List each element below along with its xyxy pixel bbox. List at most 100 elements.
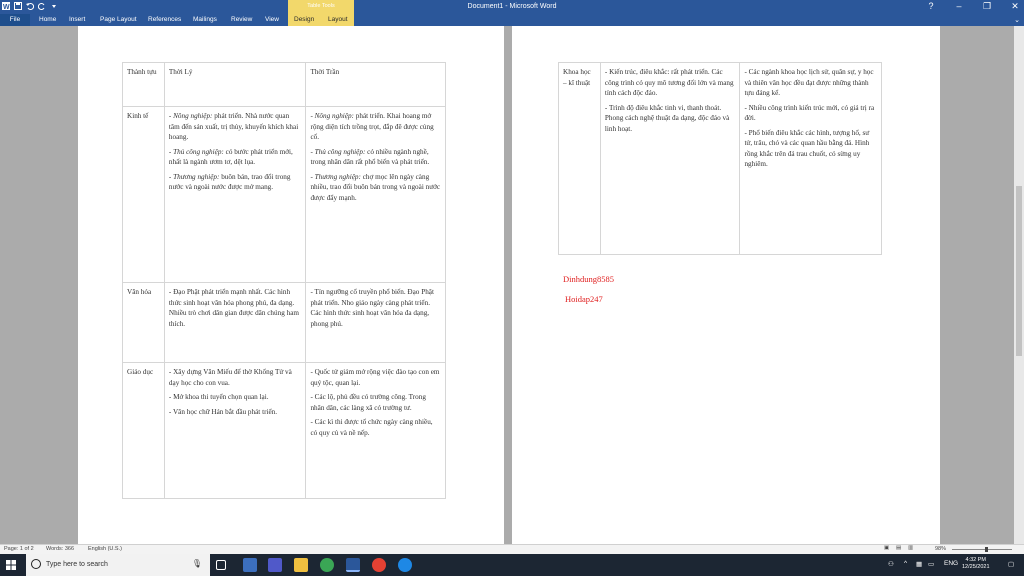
cell-paragraph: - Đạo Phật phát triển mạnh nhất. Các hìn… [168,288,299,328]
table-row: Giáo dục - Xây dựng Văn Miếu để thờ Khổn… [122,362,446,499]
word-count[interactable]: Words: 366 [46,546,74,552]
microphone-icon[interactable]: 🎙 [192,559,202,568]
print-layout-icon[interactable]: ▤ [896,545,901,551]
row-label[interactable]: Văn hóa [122,282,165,363]
page-1[interactable]: Thành tựu Thời Lý Thời Trần Kinh tế - Nô… [78,26,504,544]
cell-em: - Thương nghiệp: [310,172,361,181]
teams-app-icon[interactable] [268,558,282,572]
row-label[interactable]: Khoa học – kĩ thuật [558,62,601,255]
chrome-app-icon[interactable] [320,558,334,572]
table-row: Kinh tế - Nông nghiệp: phát triển. Nhà n… [122,106,446,283]
web-layout-icon[interactable]: ▥ [908,545,913,551]
table-cell[interactable]: - Đạo Phật phát triển mạnh nhất. Các hìn… [163,282,307,363]
document-area[interactable]: Thành tựu Thời Lý Thời Trần Kinh tế - Nô… [0,26,1024,544]
cell-paragraph: - Quốc tử giám mở rộng việc đào tạo con … [310,368,440,387]
header-cell[interactable]: Thời Lý [163,62,307,107]
word-app-icon[interactable] [346,558,360,572]
achievements-table[interactable]: Thành tựu Thời Lý Thời Trần Kinh tế - Nô… [122,62,446,499]
tab-references[interactable]: References [148,16,181,23]
cell-paragraph: - Nhiều công trình kiến trúc mới, có giá… [744,103,875,123]
window-title: Document1 - Microsoft Word [467,3,557,10]
table-cell[interactable]: - Nông nghiệp: phát triển. Nhà nước quan… [163,106,307,283]
cell-paragraph: - Các ngành khoa học lịch sử, quân sự, y… [744,68,874,97]
cell-paragraph: - Các lộ, phủ đều có trường công. Trong … [310,393,426,412]
tab-design[interactable]: Design [294,16,314,23]
page-2[interactable]: Khoa học – kĩ thuật - Kiến trúc, điêu kh… [512,26,940,544]
tab-mailings[interactable]: Mailings [193,16,217,23]
table-header-row: Thành tựu Thời Lý Thời Trần [122,62,446,107]
title-bar: W Document1 - Microsoft Word ? – ❐ ✕ [0,0,1024,14]
close-button[interactable]: ✕ [1010,1,1020,12]
taskbar-search[interactable]: Type here to search 🎙 [26,554,210,576]
tab-insert[interactable]: Insert [69,16,85,23]
header-cell[interactable]: Thời Trần [305,62,446,107]
ribbon-tabs: File Home Insert Page Layout References … [0,0,1024,26]
signature-username: Dinhdung8585 [563,274,614,284]
row-label[interactable]: Kinh tế [122,106,165,283]
language-status[interactable]: English (U.S.) [88,546,122,552]
clock-time: 4:32 PM [965,557,986,563]
help-button[interactable]: ? [926,1,936,12]
table-cell[interactable]: - Quốc tử giám mở rộng việc đào tạo con … [305,362,446,499]
read-mode-icon[interactable]: ▣ [884,545,889,551]
language-indicator[interactable]: ENG [944,560,958,567]
cell-em: - Thủ công nghiệp: [310,147,366,156]
people-icon[interactable]: ⚇ [888,560,894,568]
restore-button[interactable]: ❐ [982,1,992,12]
cell-paragraph: - Văn học chữ Hán bắt đầu phát triển. [168,407,278,416]
zoom-slider-handle[interactable] [985,547,988,552]
cell-paragraph: - Mở khoa thi tuyển chọn quan lại. [168,393,269,401]
tab-file[interactable]: File [0,14,30,26]
table-tools-title: Table Tools [307,3,335,9]
vertical-scrollbar[interactable] [1014,26,1024,544]
cell-em: - Nông nghiệp: [168,112,213,120]
tab-home[interactable]: Home [39,16,56,23]
cell-em: - Thương nghiệp: [168,172,220,181]
tab-page-layout[interactable]: Page Layout [100,16,137,23]
table-cell[interactable]: - Tín ngưỡng cổ truyền phổ biến. Đạo Phậ… [305,282,446,363]
table-cell[interactable]: - Xây dựng Văn Miếu để thờ Khổng Tử và d… [163,362,307,499]
cell-paragraph: - Thủ công nghiệp: có bước phát triển mớ… [169,147,302,168]
cell-paragraph: - Nông nghiệp: phát triển. Nhà nước quan… [169,111,302,143]
row-label[interactable]: Giáo dục [122,362,165,499]
network-icon[interactable]: ▦ [916,560,922,568]
table-cell[interactable]: - Nông nghiệp: phát triển. Khai hoang mở… [305,106,446,283]
science-table[interactable]: Khoa học – kĩ thuật - Kiến trúc, điêu kh… [558,62,882,255]
minimize-button[interactable]: – [954,1,964,12]
tab-view[interactable]: View [265,16,279,23]
table-cell[interactable]: - Kiến trúc, điêu khắc: rất phát triển. … [599,62,741,255]
page-count[interactable]: Page: 1 of 2 [4,546,34,552]
table-cell[interactable]: - Các ngành khoa học lịch sử, quân sự, y… [739,62,882,255]
taskbar: Type here to search 🎙 ⚇ ^ ▦ ▭ ENG 4:32 P… [0,554,1024,576]
zoom-app-icon[interactable] [243,558,257,572]
header-cell[interactable]: Thành tựu [122,62,165,107]
system-clock[interactable]: 4:32 PM 12/25/2021 [962,557,990,571]
table-row: Văn hóa - Đạo Phật phát triển mạnh nhất.… [122,282,446,363]
zoom-slider[interactable] [952,549,1012,550]
zoom-level[interactable]: 98% [935,546,946,552]
notifications-icon[interactable]: ▢ [1008,560,1014,568]
edge-app-icon[interactable] [398,558,412,572]
window-controls: ? – ❐ ✕ [926,1,1020,12]
chrome-profile-icon[interactable] [372,558,386,572]
clock-date: 12/25/2021 [962,564,990,570]
cell-paragraph: - Các kì thi được tổ chức ngày càng nhiề… [310,418,433,437]
cell-paragraph: - Trình độ điêu khắc tinh vi, thanh thoá… [604,103,730,133]
tab-review[interactable]: Review [231,16,252,23]
tab-layout[interactable]: Layout [328,16,348,23]
scrollbar-thumb[interactable] [1016,186,1022,356]
tray-overflow-icon[interactable]: ^ [904,560,907,567]
windows-start-icon[interactable] [6,560,16,570]
battery-icon[interactable]: ▭ [928,560,934,568]
signature-site: Hoidap247 [565,294,603,304]
cell-paragraph: - Xây dựng Văn Miếu để thờ Khổng Tử và d… [168,368,292,387]
cell-paragraph: - Phổ biến điêu khắc các hình, tượng hổ,… [744,128,870,169]
file-explorer-icon[interactable] [294,558,308,572]
cell-paragraph: - Tín ngưỡng cổ truyền phổ biến. Đạo Phậ… [310,288,434,328]
task-view-icon[interactable] [216,560,226,570]
search-icon [31,559,41,569]
collapse-ribbon-icon[interactable]: ⌄ [1014,16,1020,24]
table-row: Khoa học – kĩ thuật - Kiến trúc, điêu kh… [558,62,882,255]
search-placeholder: Type here to search [46,561,108,568]
cell-paragraph: - Thủ công nghiệp: có nhiều ngành nghề, … [310,147,441,168]
